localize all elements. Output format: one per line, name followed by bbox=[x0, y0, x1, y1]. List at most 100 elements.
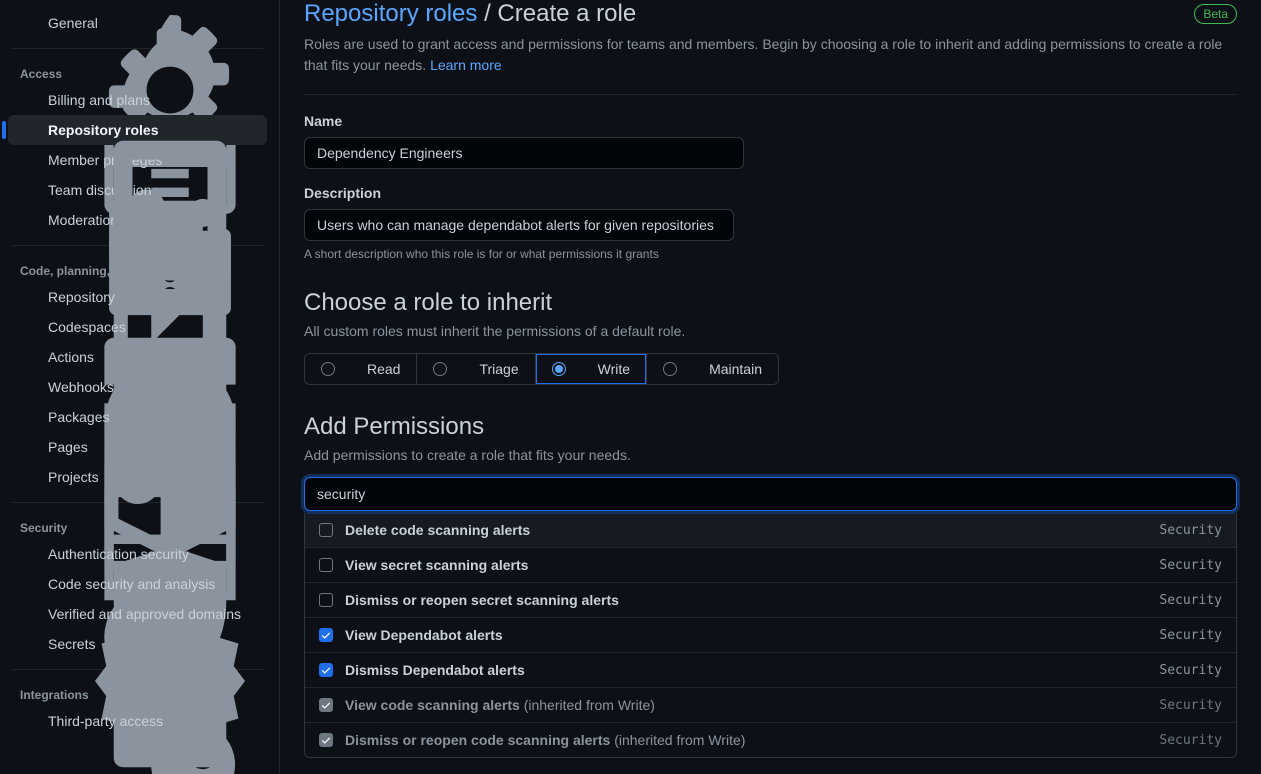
permissions-search-input[interactable] bbox=[304, 477, 1237, 511]
sidebar-item-label: Repository bbox=[48, 289, 239, 305]
name-label: Name bbox=[304, 113, 1237, 129]
webhook-icon bbox=[20, 379, 36, 395]
permission-label: Dismiss or reopen code scanning alerts (… bbox=[345, 732, 1159, 748]
main-content: Repository roles / Create a role Beta Ro… bbox=[280, 0, 1261, 774]
sidebar-item-label: Billing and plans bbox=[48, 92, 255, 108]
permission-row[interactable]: View Dependabot alertsSecurity bbox=[305, 617, 1236, 652]
checkbox-icon[interactable] bbox=[319, 593, 333, 607]
id-badge-icon bbox=[20, 122, 36, 138]
credit-card-icon bbox=[20, 92, 36, 108]
permission-label: Dismiss or reopen secret scanning alerts bbox=[345, 592, 1159, 608]
shield-lock-icon bbox=[20, 546, 36, 562]
sidebar-item-label: Repository roles bbox=[48, 122, 255, 138]
permission-row[interactable]: View secret scanning alertsSecurity bbox=[305, 547, 1236, 582]
permission-row: Dismiss or reopen code scanning alerts (… bbox=[305, 722, 1236, 757]
sidebar-item-label: Packages bbox=[48, 409, 255, 425]
chevron-down-icon bbox=[239, 319, 255, 335]
permission-label: View code scanning alerts (inherited fro… bbox=[345, 697, 1159, 713]
radio-icon bbox=[663, 362, 677, 376]
verified-icon bbox=[20, 606, 36, 622]
divider bbox=[304, 94, 1237, 95]
permission-category: Security bbox=[1159, 523, 1222, 538]
sidebar-item-label: Projects bbox=[48, 469, 255, 485]
inherit-option-label: Triage bbox=[479, 361, 518, 377]
permission-row[interactable]: Delete code scanning alertsSecurity bbox=[305, 513, 1236, 547]
inherit-heading: Choose a role to inherit bbox=[304, 289, 1237, 317]
inherit-option-triage[interactable]: Triage bbox=[417, 354, 535, 384]
sidebar-item-label: Verified and approved domains bbox=[48, 606, 255, 622]
inherit-option-label: Read bbox=[367, 361, 400, 377]
tools-icon bbox=[685, 361, 701, 377]
permission-category: Security bbox=[1159, 558, 1222, 573]
radio-icon bbox=[433, 362, 447, 376]
play-icon bbox=[20, 349, 36, 365]
inherit-option-read[interactable]: Read bbox=[305, 354, 417, 384]
radio-icon bbox=[552, 362, 566, 376]
beta-badge: Beta bbox=[1194, 4, 1237, 24]
sidebar-item-repository-roles[interactable]: Repository roles bbox=[8, 115, 267, 145]
name-input[interactable] bbox=[304, 137, 744, 169]
permission-label: Delete code scanning alerts bbox=[345, 522, 1159, 538]
permission-row: View code scanning alerts (inherited fro… bbox=[305, 687, 1236, 722]
chevron-down-icon bbox=[239, 349, 255, 365]
folder-icon bbox=[455, 361, 471, 377]
permission-label: Dismiss Dependabot alerts bbox=[345, 662, 1159, 678]
inherit-option-maintain[interactable]: Maintain bbox=[647, 354, 778, 384]
table-icon bbox=[20, 469, 36, 485]
permission-label: View secret scanning alerts bbox=[345, 557, 1159, 573]
breadcrumb: Repository roles / Create a role bbox=[304, 0, 636, 28]
description-input[interactable] bbox=[304, 209, 734, 241]
pencil-icon bbox=[574, 361, 590, 377]
chevron-down-icon bbox=[239, 636, 255, 652]
sidebar-item-label: Authentication security bbox=[48, 546, 255, 562]
sidebar: General AccessBilling and plansRepositor… bbox=[0, 0, 280, 774]
permissions-list: Delete code scanning alertsSecurityView … bbox=[304, 513, 1237, 758]
radio-icon bbox=[321, 362, 335, 376]
book-icon bbox=[343, 361, 359, 377]
page-description: Roles are used to grant access and permi… bbox=[304, 34, 1237, 76]
sidebar-item-label: General bbox=[48, 15, 255, 31]
inherit-option-label: Write bbox=[598, 361, 630, 377]
package-icon bbox=[20, 409, 36, 425]
breadcrumb-current: Create a role bbox=[497, 0, 636, 27]
permissions-heading: Add Permissions bbox=[304, 413, 1237, 441]
sidebar-item-label: Code security and analysis bbox=[48, 576, 255, 592]
permissions-sub: Add permissions to create a role that fi… bbox=[304, 447, 1237, 463]
sidebar-item-label: Pages bbox=[48, 439, 255, 455]
sidebar-item-label: Secrets bbox=[48, 636, 239, 652]
sidebar-item-label: Third-party access bbox=[48, 713, 255, 729]
description-label: Description bbox=[304, 185, 1237, 201]
browser-icon bbox=[20, 439, 36, 455]
checkbox-icon bbox=[319, 698, 333, 712]
learn-more-link[interactable]: Learn more bbox=[430, 57, 502, 73]
permission-category: Security bbox=[1159, 733, 1222, 748]
sidebar-item-label: Actions bbox=[48, 349, 239, 365]
checkbox-icon bbox=[319, 733, 333, 747]
sidebar-item-general[interactable]: General bbox=[8, 8, 267, 38]
inherit-option-write[interactable]: Write bbox=[536, 354, 647, 384]
permission-row[interactable]: Dismiss or reopen secret scanning alerts… bbox=[305, 582, 1236, 617]
key-icon bbox=[20, 713, 36, 729]
description-help: A short description who this role is for… bbox=[304, 247, 1237, 261]
repo-icon bbox=[20, 289, 36, 305]
inherit-role-group: Read Triage Write Maintain bbox=[304, 353, 779, 385]
sidebar-item-label: Codespaces bbox=[48, 319, 239, 335]
chevron-down-icon bbox=[239, 289, 255, 305]
permission-category: Security bbox=[1159, 628, 1222, 643]
permission-category: Security bbox=[1159, 593, 1222, 608]
codespaces-icon bbox=[20, 319, 36, 335]
permission-row[interactable]: Dismiss Dependabot alertsSecurity bbox=[305, 652, 1236, 687]
breadcrumb-parent-link[interactable]: Repository roles bbox=[304, 0, 477, 27]
checkbox-icon[interactable] bbox=[319, 628, 333, 642]
permission-category: Security bbox=[1159, 663, 1222, 678]
inherit-sub: All custom roles must inherit the permis… bbox=[304, 323, 1237, 339]
permission-category: Security bbox=[1159, 698, 1222, 713]
sidebar-item-label: Webhooks bbox=[48, 379, 255, 395]
checkbox-icon[interactable] bbox=[319, 663, 333, 677]
checkbox-icon[interactable] bbox=[319, 523, 333, 537]
checkbox-icon[interactable] bbox=[319, 558, 333, 572]
gear-icon bbox=[20, 15, 36, 31]
key-asterisk-icon bbox=[20, 636, 36, 652]
inherit-option-label: Maintain bbox=[709, 361, 762, 377]
permission-label: View Dependabot alerts bbox=[345, 627, 1159, 643]
